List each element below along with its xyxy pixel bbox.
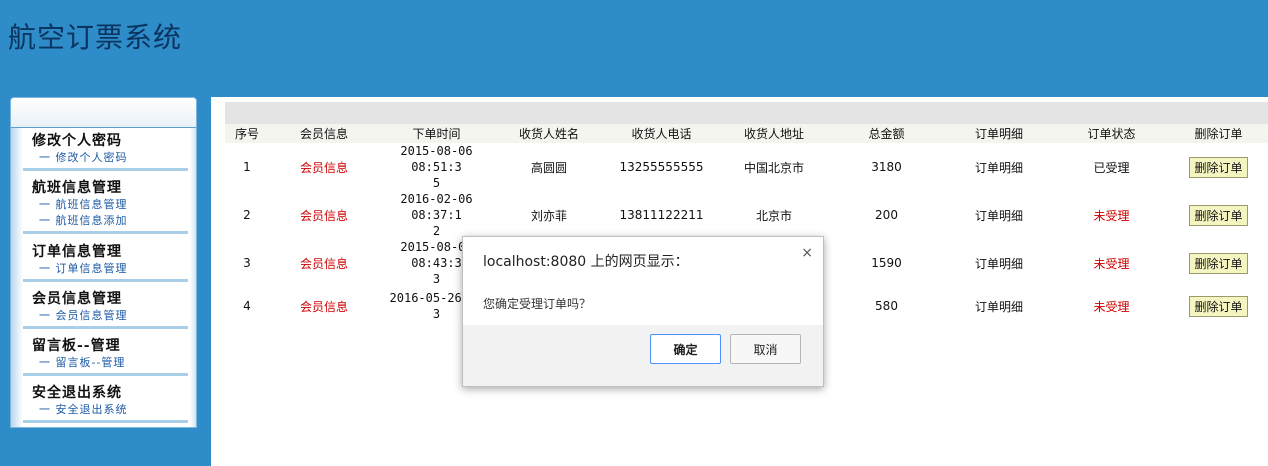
nav-group-title: 会员信息管理 <box>32 291 122 307</box>
cell-no: 2 <box>243 208 251 222</box>
order-time-line1: 2015-08-06 08:51:3 <box>400 144 473 174</box>
col-header-detail: 订单明细 <box>944 124 1054 143</box>
cell-delete: 删除订单 <box>1169 143 1268 191</box>
nav-group-messages: 留言板--管理 一 留言板--管理 <box>23 337 188 376</box>
cell-receiver-address: 中国北京市 <box>743 160 804 175</box>
cell-order-time: 2015-08-06 08:51:3 5 <box>379 143 494 191</box>
nav-group-title: 修改个人密码 <box>32 133 122 149</box>
divider <box>23 420 188 423</box>
table-header-row: 序号 会员信息 下单时间 收货人姓名 收货人电话 收货人地址 总金额 订单明细 … <box>225 124 1268 143</box>
order-status[interactable]: 未受理 <box>1054 239 1169 287</box>
nav-item-change-password[interactable]: 一 修改个人密码 <box>23 150 188 166</box>
member-info-link[interactable]: 会员信息 <box>269 287 379 325</box>
cell-receiver-address: 北京市 <box>755 208 792 223</box>
delete-order-button[interactable]: 删除订单 <box>1189 204 1248 226</box>
nav-group-orders: 订单信息管理 一 订单信息管理 <box>23 243 188 282</box>
dialog-title: localhost:8080 上的网页显示： <box>483 254 689 270</box>
cell-no: 3 <box>243 256 251 270</box>
col-header-time: 下单时间 <box>379 124 494 143</box>
cell-delete: 删除订单 <box>1169 239 1268 287</box>
cell-amount: 580 <box>875 299 898 313</box>
divider <box>23 373 188 376</box>
cell-no: 4 <box>243 299 251 313</box>
nav-group-logout: 安全退出系统 一 安全退出系统 <box>23 384 188 423</box>
nav-group-members: 会员信息管理 一 会员信息管理 <box>23 290 188 329</box>
order-detail-link[interactable]: 订单明细 <box>944 191 1054 239</box>
col-header-phone: 收货人电话 <box>604 124 719 143</box>
cell-delete: 删除订单 <box>1169 191 1268 239</box>
member-info-link[interactable]: 会员信息 <box>269 239 379 287</box>
confirm-dialog: localhost:8080 上的网页显示： × 您确定受理订单吗？ 确定 取消 <box>462 236 824 387</box>
dialog-message: 您确定受理订单吗？ <box>483 297 592 311</box>
nav-group-title: 安全退出系统 <box>32 385 122 401</box>
delete-order-button[interactable]: 删除订单 <box>1189 295 1248 317</box>
app-title: 航空订票系统 <box>8 21 183 54</box>
col-header-status: 订单状态 <box>1054 124 1169 143</box>
nav-item-order-manage[interactable]: 一 订单信息管理 <box>23 261 188 277</box>
order-status[interactable]: 未受理 <box>1054 191 1169 239</box>
cell-receiver-name: 刘亦菲 <box>530 208 567 223</box>
cell-receiver-name: 高圆圆 <box>530 160 567 175</box>
order-detail-link[interactable]: 订单明细 <box>944 143 1054 191</box>
cell-no: 1 <box>243 160 251 174</box>
header-bar: 航空订票系统 <box>0 0 1268 97</box>
nav-item-flight-manage[interactable]: 一 航班信息管理 <box>23 197 188 213</box>
nav-item-logout[interactable]: 一 安全退出系统 <box>23 402 188 418</box>
cell-receiver-phone: 13255555555 <box>619 160 704 174</box>
cell-delete: 删除订单 <box>1169 287 1268 325</box>
nav-group-title: 留言板--管理 <box>32 338 121 354</box>
cell-receiver-phone: 13811122211 <box>619 208 704 222</box>
order-status[interactable]: 已受理 <box>1054 143 1169 191</box>
cancel-button[interactable]: 取消 <box>730 334 801 364</box>
member-info-link[interactable]: 会员信息 <box>269 143 379 191</box>
table-row: 1 会员信息 2015-08-06 08:51:3 5 高圆圆 132555555… <box>225 143 1268 191</box>
cell-amount: 3180 <box>871 160 902 174</box>
divider <box>23 231 188 234</box>
col-header-amount: 总金额 <box>829 124 944 143</box>
nav-group-flights: 航班信息管理 一 航班信息管理 一 航班信息添加 <box>23 179 188 234</box>
nav-group-password: 修改个人密码 一 修改个人密码 <box>23 132 188 171</box>
member-info-link[interactable]: 会员信息 <box>269 191 379 239</box>
sidebar-header <box>11 98 196 128</box>
table-toolbar <box>225 102 1268 124</box>
divider <box>23 279 188 282</box>
cell-amount: 1590 <box>871 256 902 270</box>
nav-item-message-manage[interactable]: 一 留言板--管理 <box>23 355 188 371</box>
nav-item-flight-add[interactable]: 一 航班信息添加 <box>23 213 188 229</box>
divider <box>23 168 188 171</box>
order-time-line2: 5 <box>432 176 441 190</box>
order-detail-link[interactable]: 订单明细 <box>944 287 1054 325</box>
nav-item-member-manage[interactable]: 一 会员信息管理 <box>23 308 188 324</box>
nav-group-title: 航班信息管理 <box>32 180 122 196</box>
confirm-button[interactable]: 确定 <box>650 334 721 364</box>
close-icon[interactable]: × <box>801 245 813 261</box>
col-header-no: 序号 <box>225 124 269 143</box>
divider <box>23 326 188 329</box>
nav-group-title: 订单信息管理 <box>32 244 122 260</box>
order-detail-link[interactable]: 订单明细 <box>944 239 1054 287</box>
order-time-line1: 2016-02-06 08:37:1 <box>400 192 473 222</box>
table-row: 2 会员信息 2016-02-06 08:37:1 2 刘亦菲 138111222… <box>225 191 1268 239</box>
delete-order-button[interactable]: 删除订单 <box>1189 156 1248 178</box>
col-header-address: 收货人地址 <box>719 124 829 143</box>
cell-amount: 200 <box>875 208 898 222</box>
sidebar-shadow-right <box>190 128 196 427</box>
col-header-member: 会员信息 <box>269 124 379 143</box>
sidebar-shadow <box>11 128 23 427</box>
col-header-name: 收货人姓名 <box>494 124 604 143</box>
cell-order-time: 2016-02-06 08:37:1 2 <box>379 191 494 239</box>
sidebar: 修改个人密码 一 修改个人密码 航班信息管理 一 航班信息管理 一 航班信息添加… <box>10 97 197 428</box>
order-status[interactable]: 未受理 <box>1054 287 1169 325</box>
col-header-delete: 删除订单 <box>1169 124 1268 143</box>
delete-order-button[interactable]: 删除订单 <box>1189 252 1248 274</box>
